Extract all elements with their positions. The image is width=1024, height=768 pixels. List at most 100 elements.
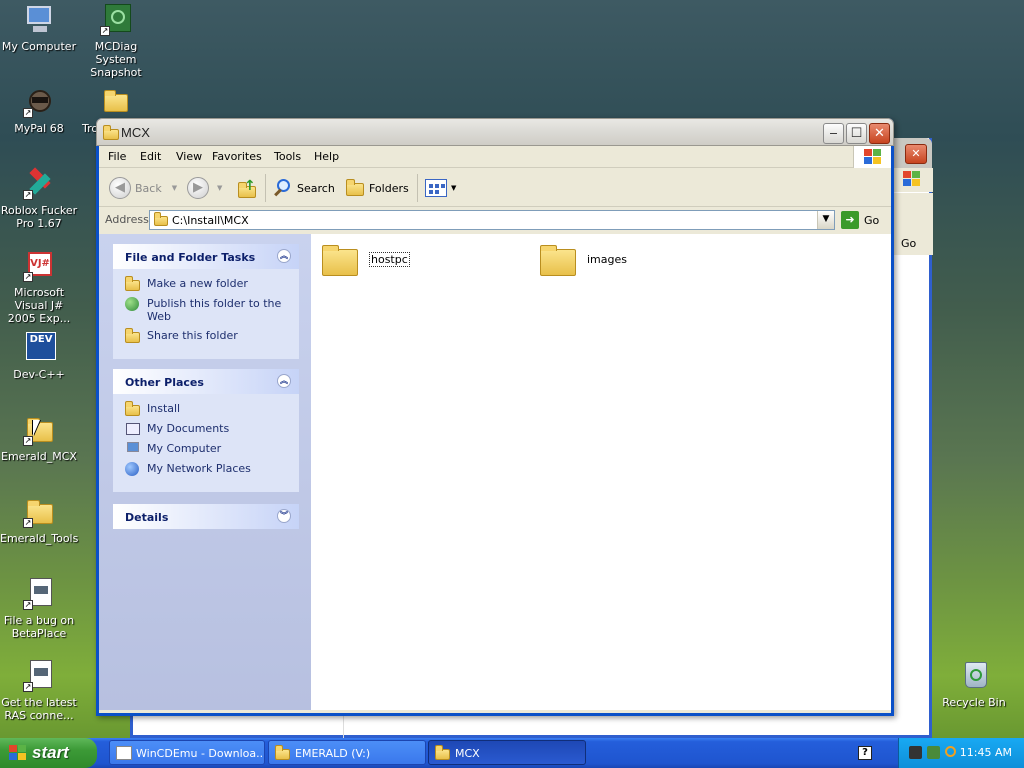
background-go-button[interactable]: Go [893, 233, 933, 255]
folder-icon [275, 745, 291, 760]
close-button[interactable]: ✕ [869, 123, 890, 144]
folder-icon: ↗ [23, 496, 55, 528]
window-title: MCX [121, 125, 150, 140]
vj-icon: VJ# ↗ [23, 250, 55, 282]
folder-item-hostpc[interactable]: hostpc [321, 242, 410, 276]
shortcut-arrow-icon: ↗ [100, 26, 110, 36]
task-share-folder[interactable]: Share this folder [125, 328, 291, 343]
folder-icon [154, 212, 168, 226]
desktop-icon-recycle-bin[interactable]: Recycle Bin [935, 660, 1013, 709]
desktop-icon-mypal[interactable]: ↗ MyPal 68 [0, 86, 78, 135]
tray-network-icon[interactable] [927, 746, 940, 759]
shortcut-arrow-icon: ↗ [23, 190, 33, 200]
details-panel: Details ︾ [113, 504, 299, 529]
search-button[interactable]: Search [273, 176, 335, 200]
taskbar: start WinCDEmu - Downloa... EMERALD (V:)… [0, 738, 1024, 768]
address-bar: Address C:\Install\MCX ▼ ➜ Go [99, 208, 891, 232]
shortcut-arrow-icon: ↗ [23, 600, 33, 610]
up-folder-button[interactable]: ↑ [237, 176, 257, 200]
place-my-documents[interactable]: My Documents [125, 422, 291, 436]
desktop-icon-file-bug[interactable]: ↗ File a bug on BetaPlace [0, 578, 78, 640]
address-input[interactable]: C:\Install\MCX ▼ [149, 210, 835, 230]
collapse-icon[interactable]: ︽ [277, 249, 291, 263]
up-arrow-icon: ↑ [237, 178, 257, 198]
document-icon: ↗ [23, 660, 55, 692]
folders-icon [345, 178, 365, 198]
taskbar-item-mcx[interactable]: MCX [428, 740, 586, 765]
desktop-icon-mcdiag[interactable]: ↗ MCDiag System Snapshot [77, 4, 155, 79]
desktop-icon-my-computer[interactable]: My Computer [0, 4, 78, 53]
taskbar-item-wincdemu[interactable]: WinCDEmu - Downloa... [109, 740, 265, 765]
menu-file[interactable]: File [108, 150, 126, 163]
shortcut-arrow-icon: ↗ [23, 108, 33, 118]
menu-favorites[interactable]: Favorites [212, 150, 262, 163]
menu-edit[interactable]: Edit [140, 150, 161, 163]
place-my-computer[interactable]: My Computer [125, 442, 291, 456]
forward-dropdown-icon[interactable]: ▼ [217, 184, 222, 192]
title-bar[interactable]: MCX ‒ ☐ ✕ [96, 118, 894, 146]
views-button[interactable]: ▼ [425, 176, 456, 200]
shortcut-arrow-icon: ↗ [23, 272, 33, 282]
start-button[interactable]: start [0, 738, 97, 768]
desktop-icon-roblox-tool[interactable]: ↗ Roblox Fucker Pro 1.67 [0, 167, 78, 230]
panel-header[interactable]: Other Places ︽ [113, 369, 299, 394]
forward-button[interactable]: ▶ ▼ [187, 176, 222, 200]
desktop-icon-emerald-tools[interactable]: ↗ Emerald_Tools [0, 496, 78, 545]
desktop-icon-visual-j[interactable]: VJ# ↗ Microsoft Visual J# 2005 Exp... [0, 250, 78, 325]
document-icon: ↗ [23, 578, 55, 610]
minimize-button[interactable]: ‒ [823, 123, 844, 144]
toolbar: ◀ Back ▼ ▶ ▼ ↑ Search Folders ▼ [99, 169, 891, 207]
task-make-new-folder[interactable]: Make a new folder [125, 276, 291, 291]
folders-button[interactable]: Folders [345, 176, 409, 200]
windows-logo-icon [903, 171, 921, 187]
background-window-close-button[interactable]: ✕ [905, 144, 927, 164]
views-dropdown-icon: ▼ [451, 184, 457, 192]
task-publish-to-web[interactable]: Publish this folder to the Web [125, 297, 291, 323]
new-folder-icon [125, 276, 141, 291]
windows-flag-icon [9, 745, 27, 761]
folder-icon [321, 242, 359, 276]
maximize-button[interactable]: ☐ [846, 123, 867, 144]
back-button[interactable]: ◀ Back ▼ [109, 176, 177, 200]
address-label: Address [105, 213, 149, 226]
back-arrow-icon: ◀ [109, 177, 131, 199]
menu-tools[interactable]: Tools [274, 150, 301, 163]
forward-arrow-icon: ▶ [187, 177, 209, 199]
views-icon [425, 179, 447, 197]
menu-bar: File Edit View Favorites Tools Help [99, 146, 891, 168]
task-pane: File and Folder Tasks ︽ Make a new folde… [99, 234, 311, 710]
windows-logo-icon [853, 146, 891, 168]
help-icon[interactable]: ? [858, 746, 872, 760]
expand-icon[interactable]: ︾ [277, 509, 291, 523]
share-folder-icon [125, 328, 141, 343]
file-list[interactable]: hostpc images [311, 234, 891, 710]
circuit-board-icon: ↗ [100, 4, 132, 36]
folder-icon [103, 125, 119, 140]
menu-view[interactable]: View [176, 150, 202, 163]
globe-icon [125, 297, 141, 311]
my-documents-icon [125, 422, 141, 436]
folder-icon [539, 242, 577, 276]
devcpp-icon: DEV [23, 332, 56, 364]
desktop-icon-devcpp[interactable]: DEV Dev-C++ [0, 332, 78, 381]
panel-header[interactable]: File and Folder Tasks ︽ [113, 244, 299, 269]
tray-search-icon[interactable] [945, 746, 956, 757]
address-dropdown-button[interactable]: ▼ [817, 211, 834, 229]
menu-help[interactable]: Help [314, 150, 339, 163]
tro-folder-glyph [104, 90, 128, 112]
go-button[interactable]: ➜ Go [841, 210, 879, 230]
folder-icon [125, 401, 141, 416]
explorer-window[interactable]: MCX ‒ ☐ ✕ File Edit View Favorites Tools… [96, 118, 894, 716]
tray-device-icon[interactable] [909, 746, 922, 759]
desktop-icon-ras[interactable]: ↗ Get the latest RAS conne... [0, 660, 78, 722]
taskbar-item-emerald[interactable]: EMERALD (V:) [268, 740, 426, 765]
folder-item-images[interactable]: images [539, 242, 627, 276]
place-install[interactable]: Install [125, 401, 291, 416]
shortcut-arrow-icon: ↗ [23, 518, 33, 528]
shortcut-arrow-icon: ↗ [23, 436, 33, 446]
clock[interactable]: 11:45 AM [960, 746, 1012, 759]
place-my-network-places[interactable]: My Network Places [125, 462, 291, 476]
back-dropdown-icon[interactable]: ▼ [172, 184, 177, 192]
collapse-icon[interactable]: ︽ [277, 374, 291, 388]
panel-header[interactable]: Details ︾ [113, 504, 299, 529]
